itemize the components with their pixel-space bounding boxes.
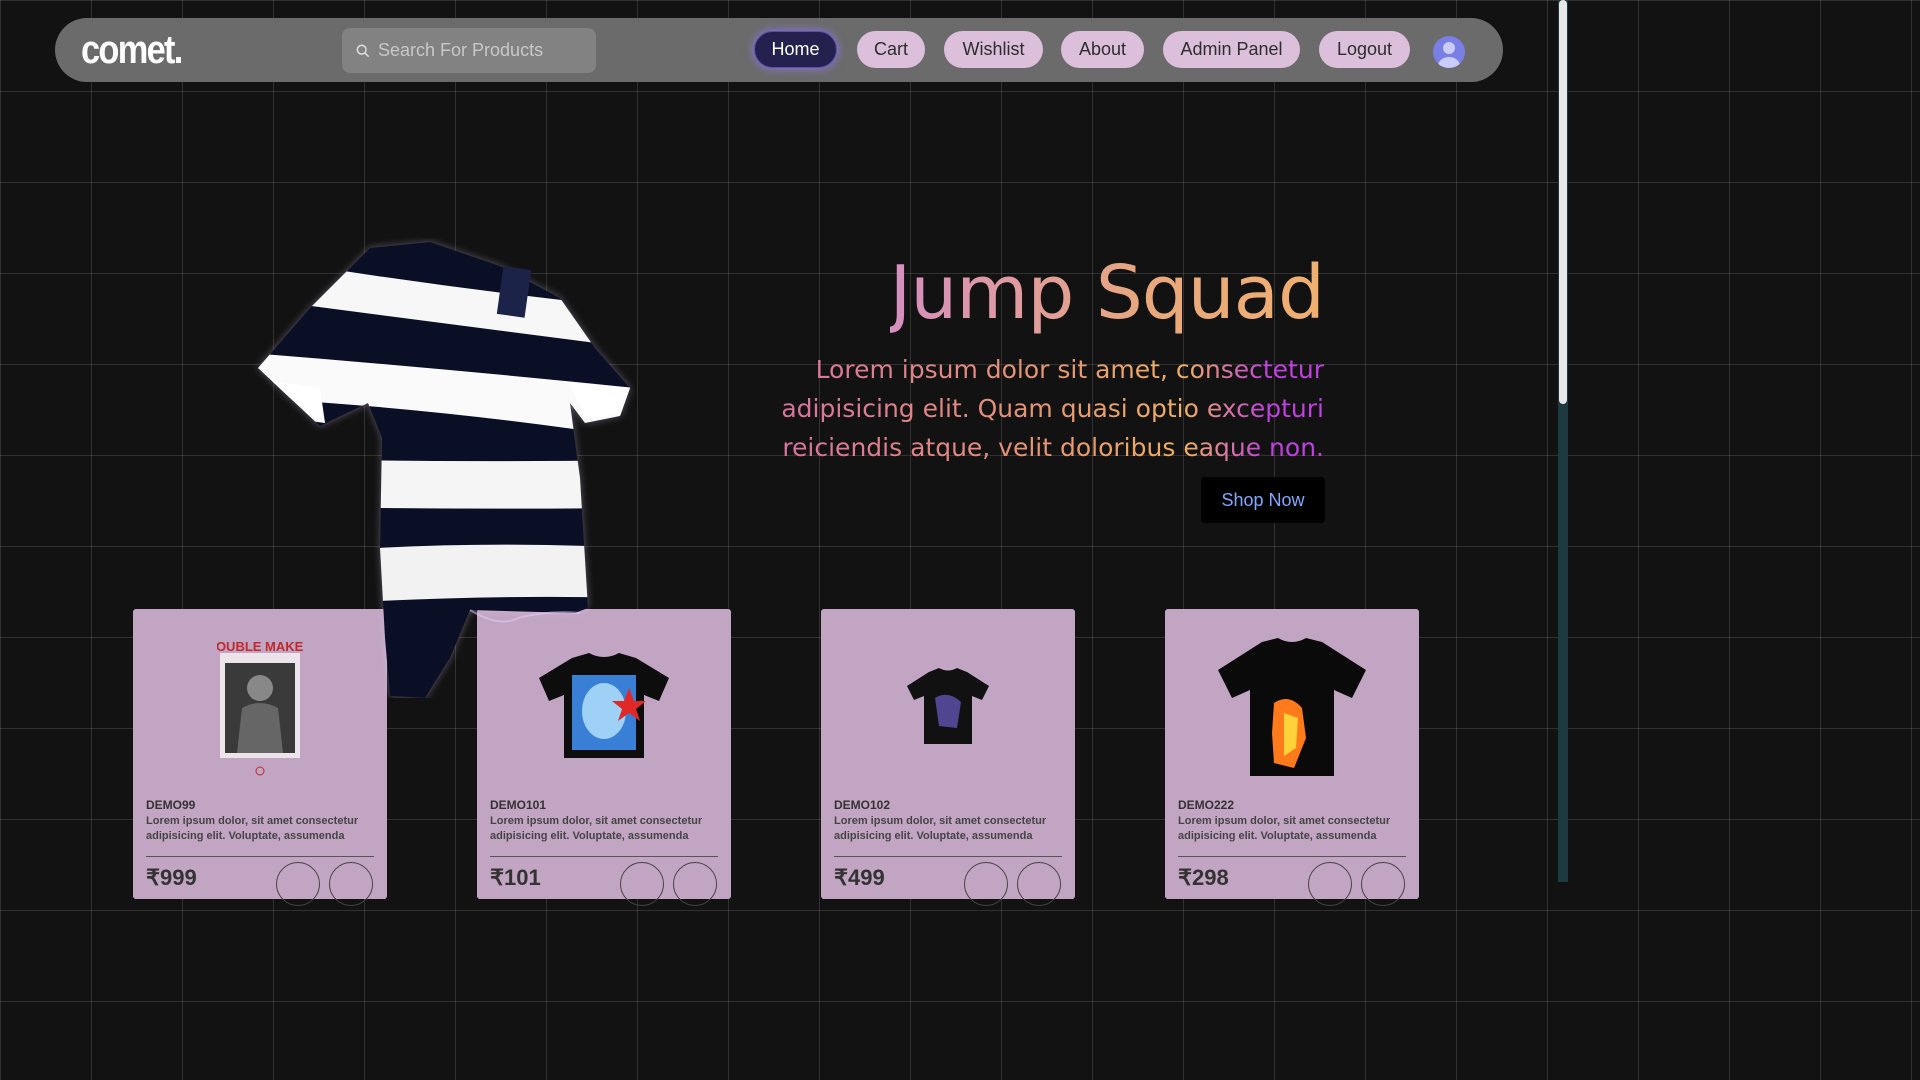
shop-now-button[interactable]: Shop Now	[1201, 477, 1325, 523]
hero-description: Lorem ipsum dolor sit amet, consectetur …	[764, 350, 1324, 467]
product-description: Lorem ipsum dolor, sit amet consectetur …	[146, 815, 359, 842]
nav-home-button[interactable]: Home	[754, 31, 837, 68]
wishlist-heart-button[interactable]	[620, 862, 664, 906]
nav-cart-button[interactable]: Cart	[857, 31, 925, 68]
card-divider	[490, 856, 718, 857]
product-image[interactable]	[1165, 623, 1419, 793]
product-card[interactable]: DEMO102 Lorem ipsum dolor, sit amet cons…	[821, 609, 1075, 906]
wishlist-heart-button[interactable]	[964, 862, 1008, 906]
nav-logout-button[interactable]: Logout	[1319, 31, 1410, 68]
product-card[interactable]: DEMO222 Lorem ipsum dolor, sit amet cons…	[1165, 609, 1419, 906]
add-to-cart-button[interactable]	[1361, 862, 1405, 906]
product-price: ₹101	[490, 865, 541, 890]
search-input[interactable]	[378, 40, 578, 61]
product-price: ₹298	[1178, 865, 1229, 890]
product-price: ₹999	[146, 865, 197, 890]
product-name: DEMO99	[146, 798, 196, 812]
card-divider	[834, 856, 1062, 857]
product-image[interactable]	[821, 623, 1075, 793]
search-box[interactable]	[342, 28, 596, 73]
search-icon	[356, 44, 370, 57]
product-name: DEMO101	[490, 798, 547, 812]
hero-title: Jump Squad	[889, 250, 1325, 336]
product-description: Lorem ipsum dolor, sit amet consectetur …	[834, 815, 1047, 842]
product-name: DEMO102	[834, 798, 891, 812]
card-divider	[146, 856, 374, 857]
product-name: DEMO222	[1178, 798, 1235, 812]
navbar: comet. Home Cart Wishlist About Admin Pa…	[55, 18, 1503, 82]
page-scrollbar[interactable]	[1558, 0, 1568, 882]
user-avatar-icon[interactable]	[1433, 36, 1465, 68]
product-price: ₹499	[834, 865, 885, 890]
scrollbar-thumb[interactable]	[1559, 0, 1567, 404]
striped-shirt-3d-model[interactable]	[250, 238, 635, 698]
add-to-cart-button[interactable]	[1017, 862, 1061, 906]
nav-admin-panel-button[interactable]: Admin Panel	[1163, 31, 1300, 68]
brand-logo[interactable]: comet.	[81, 28, 183, 73]
add-to-cart-button[interactable]	[329, 862, 373, 906]
product-description: Lorem ipsum dolor, sit amet consectetur …	[1178, 815, 1391, 842]
nav-wishlist-button[interactable]: Wishlist	[944, 31, 1043, 68]
card-divider	[1178, 856, 1406, 857]
add-to-cart-button[interactable]	[673, 862, 717, 906]
nav-about-button[interactable]: About	[1061, 31, 1144, 68]
wishlist-heart-button[interactable]	[1308, 862, 1352, 906]
wishlist-heart-button[interactable]	[276, 862, 320, 906]
product-description: Lorem ipsum dolor, sit amet consectetur …	[490, 815, 703, 842]
